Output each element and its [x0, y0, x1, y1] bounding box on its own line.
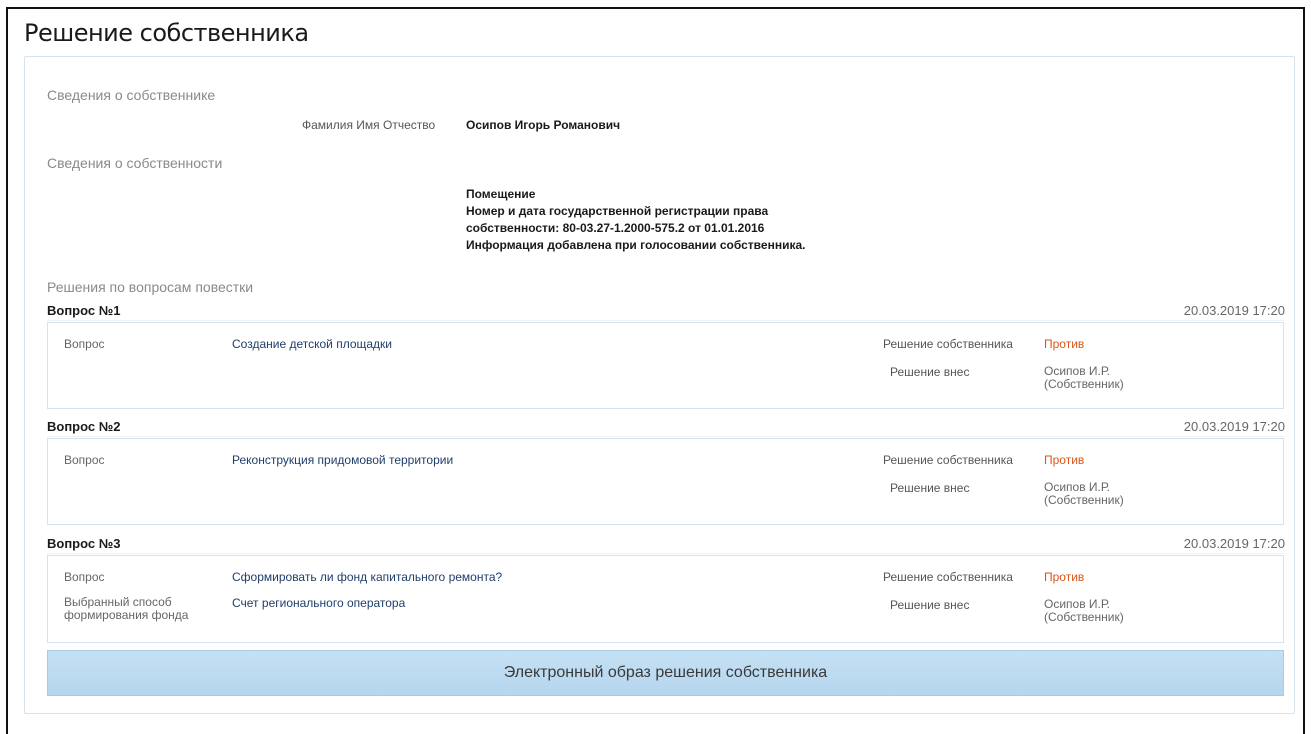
owner-name-label: Фамилия Имя Отчество	[302, 118, 436, 132]
question-label: Вопрос	[64, 453, 105, 467]
question-text: Реконструкция придомовой территории	[232, 453, 454, 467]
decision-by-value: Осипов И.Р. (Собственник)	[1044, 365, 1124, 391]
property-line: Помещение	[466, 187, 536, 201]
question-3-date: 20.03.2019 17:20	[1183, 536, 1285, 551]
agenda-section-title: Решения по вопросам повестки	[47, 279, 254, 295]
electronic-image-button[interactable]: Электронный образ решения собственника	[47, 650, 1284, 696]
question-label: Вопрос	[64, 570, 105, 584]
question-3-box: Вопрос Сформировать ли фонд капитального…	[47, 555, 1284, 643]
question-1-header: Вопрос №1	[47, 303, 121, 318]
property-section-title: Сведения о собственности	[47, 155, 223, 171]
decision-by-label: Решение внес	[890, 365, 970, 379]
question-1-box: Вопрос Создание детской площадки Решение…	[47, 322, 1284, 409]
decision-by-role: (Собственник)	[1044, 493, 1124, 507]
property-line: Информация добавлена при голосовании соб…	[466, 238, 806, 252]
question-3-header: Вопрос №3	[47, 536, 121, 551]
fund-method-label-line: формирования фонда	[64, 608, 189, 622]
question-2-date: 20.03.2019 17:20	[1183, 419, 1285, 434]
divider	[47, 553, 1284, 554]
decision-by-role: (Собственник)	[1044, 377, 1124, 391]
property-info: Помещение Номер и дата государственной р…	[466, 186, 805, 254]
decision-by-value: Осипов И.Р. (Собственник)	[1044, 598, 1124, 624]
question-label: Вопрос	[64, 337, 105, 351]
question-2-box: Вопрос Реконструкция придомовой территор…	[47, 438, 1284, 525]
question-1-date: 20.03.2019 17:20	[1183, 303, 1285, 318]
question-2-header: Вопрос №2	[47, 419, 121, 434]
decision-by-role: (Собственник)	[1044, 610, 1124, 624]
electronic-image-button-label: Электронный образ решения собственника	[503, 664, 828, 681]
decision-by-label: Решение внес	[890, 481, 970, 495]
property-line: Номер и дата государственной регистрации…	[466, 204, 769, 218]
decision-label: Решение собственника	[883, 337, 1013, 351]
fund-method-value: Счет регионального оператора	[232, 596, 406, 610]
divider	[47, 436, 1284, 437]
decision-by-value: Осипов И.Р. (Собственник)	[1044, 481, 1124, 507]
page-title: Решение собственника	[24, 19, 309, 47]
decision-label: Решение собственника	[883, 453, 1013, 467]
decision-value: Против	[1044, 570, 1085, 584]
decision-label: Решение собственника	[883, 570, 1013, 584]
decision-by-label: Решение внес	[890, 598, 970, 612]
divider	[47, 320, 1284, 321]
decision-value: Против	[1044, 337, 1085, 351]
owner-section-title: Сведения о собственнике	[47, 87, 216, 103]
question-text: Создание детской площадки	[232, 337, 393, 351]
owner-name-value: Осипов Игорь Романович	[466, 118, 621, 132]
fund-method-label: Выбранный способ формирования фонда	[64, 596, 188, 622]
decision-value: Против	[1044, 453, 1085, 467]
property-line: собственности: 80-03.27-1.2000-575.2 от …	[466, 221, 765, 235]
question-text: Сформировать ли фонд капитального ремонт…	[232, 570, 503, 584]
